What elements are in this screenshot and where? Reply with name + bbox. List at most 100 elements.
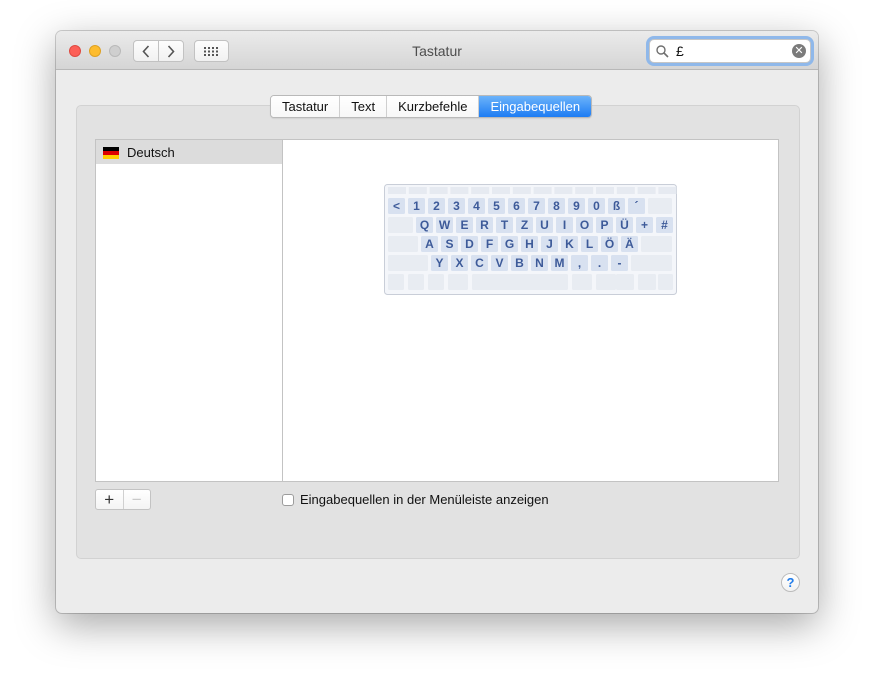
tab-tastatur[interactable]: Tastatur <box>271 96 341 117</box>
function-key <box>450 187 469 194</box>
bottom-row-key <box>596 274 616 290</box>
key: + <box>636 217 653 233</box>
key: F <box>481 236 498 252</box>
bottom-row-key <box>572 274 592 290</box>
key-label: I <box>563 218 566 232</box>
key: 4 <box>468 198 485 214</box>
input-source-list: Deutsch <box>95 139 284 482</box>
key-label: Y <box>435 256 443 270</box>
key: U <box>536 217 553 233</box>
key-label: G <box>505 237 514 251</box>
key: V <box>491 255 508 271</box>
search-field[interactable]: £ ✕ <box>649 39 811 63</box>
tab-text[interactable]: Text <box>340 96 388 117</box>
key-label: A <box>425 237 434 251</box>
key-label: K <box>565 237 574 251</box>
key-label: ß <box>613 199 620 213</box>
key: A <box>421 236 438 252</box>
remove-button[interactable]: − <box>124 490 151 509</box>
key-label: 7 <box>533 199 540 213</box>
key: # <box>656 217 673 233</box>
key: 0 <box>588 198 605 214</box>
help-button[interactable]: ? <box>781 573 800 592</box>
key: 3 <box>448 198 465 214</box>
function-key <box>616 187 635 194</box>
key: Y <box>431 255 448 271</box>
key: Ö <box>601 236 618 252</box>
key: D <box>461 236 478 252</box>
key-label: 3 <box>453 199 460 213</box>
show-in-menubar-option: Eingabequellen in der Menüleiste anzeige… <box>282 492 549 507</box>
key: Ä <box>621 236 638 252</box>
key: O <box>576 217 593 233</box>
key-label: X <box>455 256 463 270</box>
search-icon <box>656 45 669 58</box>
function-key <box>471 187 490 194</box>
key-label: 9 <box>573 199 580 213</box>
key: 7 <box>528 198 545 214</box>
key: N <box>531 255 548 271</box>
key-label: N <box>535 256 544 270</box>
key-label: Ö <box>605 236 614 251</box>
modifier-key <box>631 255 672 271</box>
show-in-menubar-label[interactable]: Eingabequellen in der Menüleiste anzeige… <box>300 492 549 507</box>
tab-kurzbefehle[interactable]: Kurzbefehle <box>387 96 480 117</box>
function-key <box>512 187 531 194</box>
key: ß <box>608 198 625 214</box>
key: K <box>561 236 578 252</box>
modifier-key <box>388 255 428 271</box>
key-label: 6 <box>513 199 520 213</box>
add-button[interactable]: + <box>96 490 124 509</box>
list-item-deutsch[interactable]: Deutsch <box>96 140 283 164</box>
bottom-row-key <box>616 274 634 290</box>
function-key <box>596 187 614 194</box>
key: C <box>471 255 488 271</box>
key-label: . <box>598 256 601 270</box>
key-label: B <box>515 256 524 270</box>
show-in-menubar-checkbox[interactable] <box>282 493 294 506</box>
key: H <box>521 236 538 252</box>
key: S <box>441 236 458 252</box>
key: X <box>451 255 468 271</box>
function-key <box>575 187 594 194</box>
key: , <box>571 255 588 271</box>
key-label: O <box>580 218 589 232</box>
key-label: 8 <box>553 199 560 213</box>
key-label: T <box>501 218 509 232</box>
key: W <box>436 217 453 233</box>
clear-search-icon[interactable]: ✕ <box>792 44 806 58</box>
key-label: ´ <box>635 199 639 213</box>
modifier-key <box>641 236 672 252</box>
key-label: - <box>618 256 622 270</box>
key: I <box>556 217 573 233</box>
keyboard-preview-pane: <1 2 3 4 5 6 7 8 9 0 ß ´ Q W E R T Z U I O P Ü + # A S D F G H J K L Ö Ä Y X C… <box>282 139 779 482</box>
bottom-row-key <box>658 274 673 290</box>
key: Z <box>516 217 533 233</box>
key-label: + <box>641 218 648 232</box>
tab-eingabequellen[interactable]: Eingabequellen <box>479 96 592 117</box>
key: 6 <box>508 198 525 214</box>
key-label: F <box>486 237 493 251</box>
tab-bar: Tastatur Text Kurzbefehle Eingabequellen <box>270 95 593 118</box>
key: L <box>581 236 598 252</box>
key-label: V <box>495 256 503 270</box>
key: Q <box>416 217 433 233</box>
search-input[interactable]: £ <box>676 43 684 59</box>
key-label: Q <box>420 218 429 232</box>
bottom-row-key <box>428 274 444 290</box>
key-label: 5 <box>493 199 500 213</box>
key-label: < <box>393 199 400 213</box>
function-key <box>637 187 656 194</box>
key-label: 4 <box>473 199 480 213</box>
list-item-label: Deutsch <box>127 145 175 160</box>
key-label: , <box>578 256 581 270</box>
key: J <box>541 236 558 252</box>
key: 2 <box>428 198 445 214</box>
bottom-row-key <box>472 274 568 290</box>
add-remove-control: + − <box>95 489 151 510</box>
key: . <box>591 255 608 271</box>
bottom-row-key <box>448 274 468 290</box>
key-label: L <box>586 237 593 251</box>
key-label: J <box>546 237 553 251</box>
key: M <box>551 255 568 271</box>
